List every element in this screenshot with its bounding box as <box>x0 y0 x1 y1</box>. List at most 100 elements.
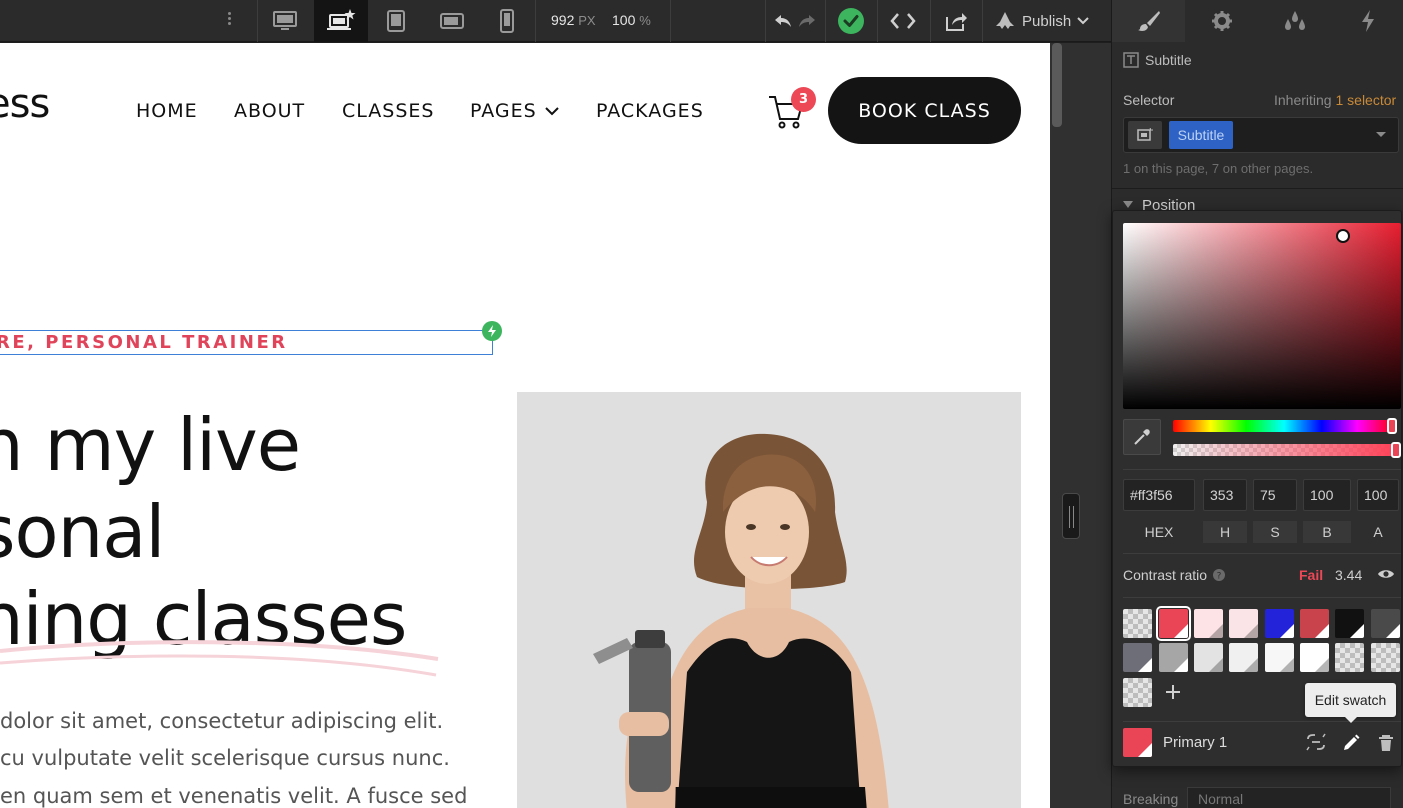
device-mobile-landscape-button[interactable] <box>425 0 479 42</box>
hue-slider[interactable] <box>1173 420 1395 432</box>
help-icon[interactable]: ? <box>1213 569 1226 582</box>
alpha-input[interactable]: 100 <box>1357 479 1399 511</box>
caret-down-icon[interactable] <box>1123 201 1133 209</box>
swatch-primary-1[interactable] <box>1156 606 1191 641</box>
book-class-button[interactable]: BOOK CLASS <box>828 77 1021 144</box>
interaction-badge[interactable] <box>482 321 502 341</box>
swatch-black[interactable] <box>1335 609 1364 638</box>
swatch-transparent[interactable] <box>1123 609 1152 638</box>
breaking-select[interactable]: Normal <box>1187 787 1391 808</box>
tablet-icon <box>387 10 405 32</box>
check-circle-icon <box>838 8 864 34</box>
swatch-white[interactable] <box>1300 643 1329 672</box>
swatch-light-gray[interactable] <box>1194 643 1223 672</box>
top-toolbar: 992 PX 100 % Publish <box>0 0 1111 42</box>
tab-style[interactable] <box>1112 0 1185 42</box>
breaking-value: Normal <box>1198 791 1244 807</box>
hero-paragraph-line-3[interactable]: en quam sem et venenatis velit. A fusce … <box>0 784 467 808</box>
swatch-dark-red[interactable] <box>1300 609 1329 638</box>
hex-input[interactable]: #ff3f56 <box>1123 479 1195 511</box>
swatch-transparent-3[interactable] <box>1371 643 1400 672</box>
swatch-off-white[interactable] <box>1265 643 1294 672</box>
unlink-icon[interactable] <box>1306 733 1326 751</box>
saturation-label: S <box>1253 521 1297 543</box>
mobile-portrait-icon <box>500 9 514 33</box>
tab-settings[interactable] <box>1185 0 1258 42</box>
device-mobile-portrait-button[interactable] <box>480 0 534 42</box>
hero-heading-line-1[interactable]: n my live <box>0 403 301 487</box>
eyedropper-button[interactable] <box>1123 419 1161 455</box>
alpha-slider[interactable] <box>1173 444 1399 456</box>
saturation-brightness-area[interactable] <box>1123 223 1401 409</box>
tab-style-manager[interactable] <box>1258 0 1331 42</box>
swatch-pale-pink[interactable] <box>1229 609 1258 638</box>
nav-link-home[interactable]: HOME <box>136 100 198 122</box>
tab-interactions[interactable] <box>1331 0 1403 42</box>
selector-style-button[interactable] <box>1128 121 1162 149</box>
site-logo[interactable]: ess <box>0 81 50 127</box>
add-swatch-icon[interactable] <box>1166 685 1180 699</box>
design-canvas[interactable]: ess HOME ABOUT CLASSES PAGES PACKAGES 3 … <box>0 43 1050 808</box>
hero-heading-line-2[interactable]: sonal <box>0 490 165 574</box>
designer-window: 992 PX 100 % Publish ss HOME ABOUT CLASS… <box>0 0 1403 808</box>
eye-icon[interactable] <box>1377 568 1395 580</box>
color-cursor[interactable] <box>1336 229 1350 243</box>
swatch-blue[interactable] <box>1265 609 1294 638</box>
chevron-down-icon[interactable] <box>1375 131 1387 139</box>
nav-link-about[interactable]: ABOUT <box>234 100 305 122</box>
toolbar-divider <box>930 0 931 42</box>
redo-button[interactable] <box>796 0 818 42</box>
nav-dropdown-pages[interactable]: PAGES <box>470 100 559 122</box>
hero-paragraph-line-2[interactable]: cu vulputate velit scelerisque cursus nu… <box>0 746 450 770</box>
alpha-label: A <box>1373 524 1383 540</box>
hero-subtitle[interactable]: RE, PERSONAL TRAINER <box>0 332 288 353</box>
selector-tag[interactable]: Subtitle <box>1169 121 1233 149</box>
canvas-scrollbar[interactable] <box>1052 43 1062 127</box>
panel-resize-handle[interactable] <box>1062 493 1080 539</box>
picker-divider <box>1123 721 1401 722</box>
swatch-name[interactable]: Primary 1 <box>1163 734 1227 751</box>
chevron-down-icon <box>1077 17 1089 25</box>
hero-trainer-photo[interactable] <box>517 392 1021 808</box>
zoom-readout[interactable]: 100 % <box>612 12 651 28</box>
hue-label: H <box>1203 521 1247 543</box>
swatch-dark-gray[interactable] <box>1371 609 1400 638</box>
swatch-transparent-4[interactable] <box>1123 678 1152 707</box>
device-tablet-button[interactable] <box>369 0 423 42</box>
inheriting-count[interactable]: 1 selector <box>1335 92 1396 108</box>
gear-icon <box>1211 11 1232 31</box>
contrast-status: Fail <box>1299 567 1324 583</box>
swatch-lighter-gray[interactable] <box>1229 643 1258 672</box>
alpha-slider-handle[interactable] <box>1391 442 1401 458</box>
hue-slider-handle[interactable] <box>1387 418 1397 434</box>
share-button[interactable] <box>941 0 971 42</box>
code-export-button[interactable] <box>888 0 918 42</box>
zoom-value: 100 <box>612 12 636 28</box>
swatch-gray[interactable] <box>1159 643 1188 672</box>
swatch-transparent-2[interactable] <box>1335 643 1364 672</box>
pencil-icon[interactable] <box>1342 734 1360 752</box>
publish-button[interactable]: Publish <box>994 0 1089 42</box>
more-options-icon[interactable] <box>226 10 232 32</box>
hero-paragraph-line-1[interactable]: dolor sit amet, consectetur adipiscing e… <box>0 709 443 733</box>
brightness-input[interactable]: 100 <box>1303 479 1351 511</box>
text-element-icon <box>1123 52 1139 68</box>
nav-link-packages[interactable]: PACKAGES <box>596 100 704 122</box>
selector-usage-text: 1 on this page, 7 on other pages. <box>1123 161 1314 176</box>
undo-button[interactable] <box>772 0 794 42</box>
device-base-breakpoint-button[interactable] <box>314 0 368 42</box>
device-desktop-button[interactable] <box>258 0 312 42</box>
panel-divider <box>1112 188 1403 189</box>
svg-text:?: ? <box>1217 572 1222 582</box>
hue-input[interactable]: 353 <box>1203 479 1247 511</box>
trash-icon[interactable] <box>1378 734 1394 752</box>
canvas-width-value: 992 <box>551 12 575 28</box>
saturation-input[interactable]: 75 <box>1253 479 1297 511</box>
swatch-slate[interactable] <box>1123 643 1152 672</box>
canvas-width-readout[interactable]: 992 PX <box>551 12 596 28</box>
nav-link-classes[interactable]: CLASSES <box>342 100 434 122</box>
audit-status-button[interactable] <box>836 0 866 42</box>
picker-divider <box>1123 553 1401 554</box>
swatch-light-pink[interactable] <box>1194 609 1223 638</box>
selector-field[interactable] <box>1123 117 1399 153</box>
